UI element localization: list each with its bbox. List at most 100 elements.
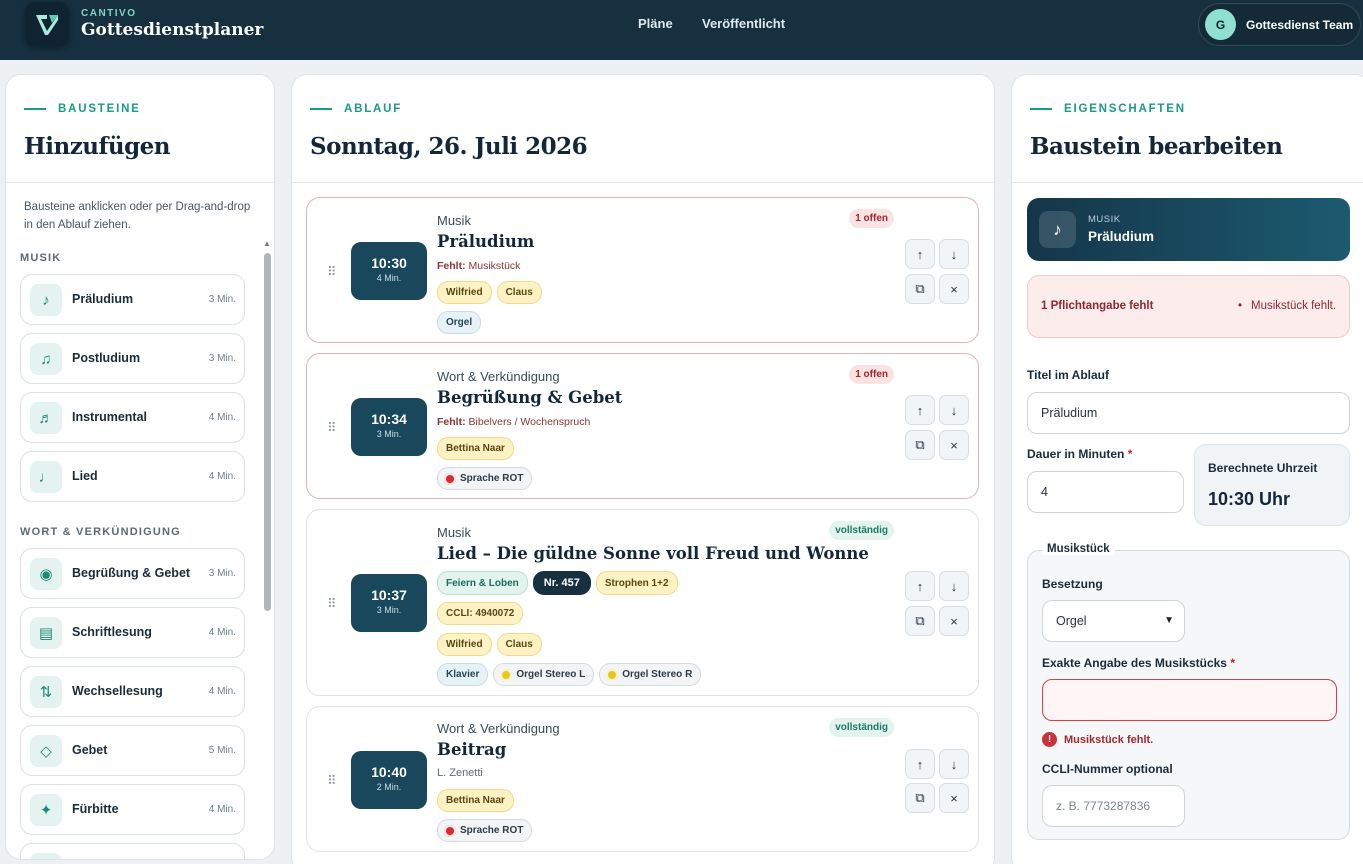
nav-plans[interactable]: Pläne bbox=[638, 16, 673, 31]
schedule-item-begruessung[interactable]: ⠿ 10:34 3 Min. Wort & Verkündigung 1 off… bbox=[306, 353, 979, 499]
computed-time-value: 10:30 Uhr bbox=[1208, 489, 1291, 509]
item-title: Beitrag bbox=[437, 740, 507, 759]
move-down-button[interactable]: ↓ bbox=[939, 239, 969, 269]
selected-type: MUSIK bbox=[1088, 214, 1121, 225]
piece-error-text: Musikstück fehlt. bbox=[1064, 733, 1154, 746]
besetzung-select[interactable]: Orgel ▼ bbox=[1042, 600, 1185, 642]
block-fuerbitte[interactable]: ✦ Fürbitte 4 Min. bbox=[20, 784, 245, 835]
computed-time-label: Berechnete Uhrzeit bbox=[1208, 461, 1318, 475]
status-badge: 1 offen bbox=[849, 209, 894, 228]
remove-button[interactable]: × bbox=[939, 606, 969, 636]
error-icon: ! bbox=[1042, 732, 1057, 747]
scroll-thumb[interactable] bbox=[264, 253, 271, 611]
start-time: 10:37 bbox=[371, 587, 407, 603]
block-gebet[interactable]: ◇ Gebet 5 Min. bbox=[20, 725, 245, 776]
block-duration: 4 Min. bbox=[208, 804, 236, 815]
channel-chip: Orgel Stereo L bbox=[493, 663, 595, 686]
verses-chip: Strophen 1+2 bbox=[595, 571, 678, 595]
person-chip: Bettina Naar bbox=[437, 789, 514, 812]
duplicate-button[interactable]: ⧉ bbox=[905, 274, 935, 304]
move-up-button[interactable]: ↑ bbox=[905, 749, 935, 779]
channel-chips: Sprache ROT bbox=[437, 819, 533, 842]
besetzung-label: Besetzung bbox=[1042, 577, 1103, 591]
beamed-notes-icon: ♬ bbox=[30, 402, 62, 434]
blocks-hint: Bausteine anklicken oder per Drag-and-dr… bbox=[24, 201, 251, 231]
nav-published[interactable]: Veröffentlicht bbox=[702, 16, 785, 31]
drag-handle-icon[interactable]: ⠿ bbox=[327, 264, 336, 280]
move-up-button[interactable]: ↑ bbox=[905, 239, 935, 269]
music-notes-icon: ♫ bbox=[30, 343, 62, 375]
block-partial[interactable] bbox=[20, 843, 245, 859]
missing-text: Bibelvers / Wochenspruch bbox=[468, 416, 591, 428]
ccli-chips: CCLI: 4940072 bbox=[437, 602, 524, 625]
duplicate-button[interactable]: ⧉ bbox=[905, 430, 935, 460]
missing-note: Fehlt: Musikstück bbox=[437, 260, 520, 272]
block-duration: 3 Min. bbox=[208, 353, 236, 364]
block-label: Postludium bbox=[72, 351, 141, 365]
properties-panel: EIGENSCHAFTEN Baustein bearbeiten ♪ MUSI… bbox=[1011, 74, 1363, 864]
duration-input[interactable]: 4 bbox=[1027, 471, 1184, 513]
block-postludium[interactable]: ♫ Postludium 3 Min. bbox=[20, 333, 245, 384]
swap-arrows-icon: ⇅ bbox=[30, 676, 62, 708]
drag-handle-icon[interactable]: ⠿ bbox=[327, 773, 336, 789]
person-chip: Claus bbox=[496, 281, 542, 304]
ccli-input[interactable]: z. B. 7773287836 bbox=[1042, 785, 1185, 827]
song-meta-chips: Feiern & Loben Nr. 457 Strophen 1+2 bbox=[437, 571, 678, 595]
block-lied[interactable]: ♩ Lied 4 Min. bbox=[20, 451, 245, 502]
fieldset-legend: Musikstück bbox=[1042, 543, 1115, 555]
move-down-button[interactable]: ↓ bbox=[939, 395, 969, 425]
selected-title: Präludium bbox=[1088, 229, 1155, 244]
schedule-item-praeludium[interactable]: ⠿ 10:30 4 Min. Musik 1 offen Präludium F… bbox=[306, 197, 979, 343]
item-title: Begrüßung & Gebet bbox=[437, 388, 623, 407]
avatar: G bbox=[1205, 9, 1236, 40]
songbook-chip: Feiern & Loben bbox=[437, 571, 528, 595]
channel-chips: Klavier Orgel Stereo L Orgel Stereo R bbox=[437, 663, 702, 686]
move-up-button[interactable]: ↑ bbox=[905, 395, 935, 425]
cantivo-logo-icon[interactable] bbox=[25, 2, 69, 46]
block-begruessung[interactable]: ◉ Begrüßung & Gebet 3 Min. bbox=[20, 548, 245, 599]
app-title: Gottesdienstplaner bbox=[81, 20, 264, 40]
item-type: Musik bbox=[437, 213, 471, 228]
ccli-placeholder: z. B. 7773287836 bbox=[1056, 799, 1151, 813]
schedule-item-lied[interactable]: ⠿ 10:37 3 Min. Musik vollständig Lied – … bbox=[306, 509, 979, 696]
person-chip: Bettina Naar bbox=[437, 437, 514, 460]
remove-button[interactable]: × bbox=[939, 274, 969, 304]
block-praeludium[interactable]: ♪ Präludium 3 Min. bbox=[20, 274, 245, 325]
move-up-button[interactable]: ↑ bbox=[905, 571, 935, 601]
properties-eyebrow: EIGENSCHAFTEN bbox=[1030, 103, 1186, 115]
music-piece-input[interactable] bbox=[1042, 679, 1337, 721]
move-down-button[interactable]: ↓ bbox=[939, 749, 969, 779]
item-title: Präludium bbox=[437, 232, 535, 251]
title-input[interactable]: Präludium bbox=[1027, 392, 1350, 434]
block-duration: 4 Min. bbox=[208, 471, 236, 482]
blocks-scrollbar[interactable]: ▲ bbox=[263, 239, 272, 859]
block-duration: 3 Min. bbox=[208, 568, 236, 579]
quarter-note-icon: ♩ bbox=[30, 461, 62, 493]
duration: 2 Min. bbox=[376, 782, 402, 792]
drag-handle-icon[interactable]: ⠿ bbox=[327, 420, 336, 436]
schedule-item-beitrag[interactable]: ⠿ 10:40 2 Min. Wort & Verkündigung volls… bbox=[306, 706, 979, 852]
person-chip: Wilfried bbox=[437, 633, 492, 656]
scroll-up-icon[interactable]: ▲ bbox=[263, 239, 271, 248]
item-type: Wort & Verkündigung bbox=[437, 369, 560, 384]
block-instrumental[interactable]: ♬ Instrumental 4 Min. bbox=[20, 392, 245, 443]
block-wechsellesung[interactable]: ⇅ Wechsellesung 4 Min. bbox=[20, 666, 245, 717]
duplicate-button[interactable]: ⧉ bbox=[905, 606, 935, 636]
channel-chip: Sprache ROT bbox=[437, 819, 533, 842]
person-chip: Claus bbox=[496, 633, 542, 656]
move-down-button[interactable]: ↓ bbox=[939, 571, 969, 601]
remove-button[interactable]: × bbox=[939, 783, 969, 813]
blocks-panel: BAUSTEINE Hinzufügen Bausteine anklicken… bbox=[5, 74, 275, 860]
duplicate-button[interactable]: ⧉ bbox=[905, 783, 935, 813]
song-number-chip: Nr. 457 bbox=[532, 571, 591, 595]
block-duration: 4 Min. bbox=[208, 627, 236, 638]
user-menu-button[interactable]: G Gottesdienst Team bbox=[1198, 3, 1361, 46]
remove-button[interactable]: × bbox=[939, 430, 969, 460]
schedule-panel: ABLAUF Sonntag, 26. Juli 2026 ⠿ 10:30 4 … bbox=[291, 74, 995, 864]
drag-handle-icon[interactable]: ⠿ bbox=[327, 596, 336, 612]
selected-block-banner: ♪ MUSIK Präludium bbox=[1027, 198, 1350, 261]
alert-summary: 1 Pflichtangabe fehlt bbox=[1041, 300, 1154, 312]
status-badge: 1 offen bbox=[849, 365, 894, 384]
block-schriftlesung[interactable]: ▤ Schriftlesung 4 Min. bbox=[20, 607, 245, 658]
duration-label-text: Dauer in Minuten bbox=[1027, 447, 1125, 461]
